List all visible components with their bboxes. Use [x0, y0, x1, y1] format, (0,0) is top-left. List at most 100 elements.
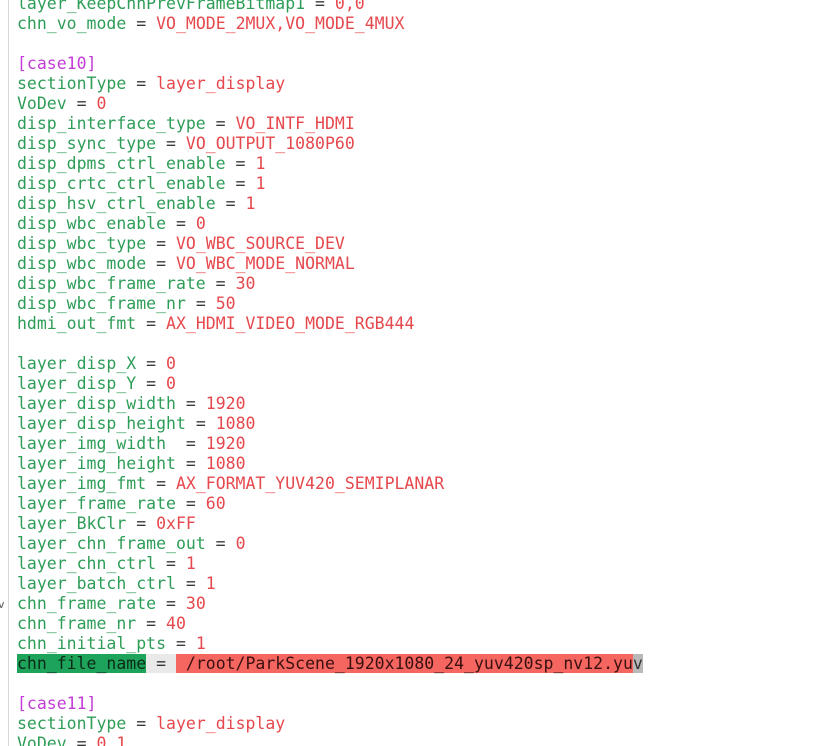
- config-line[interactable]: layer_img_width = 1920: [17, 434, 643, 454]
- config-line[interactable]: sectionType = layer_display: [17, 74, 643, 94]
- config-line[interactable]: layer_img_height = 1080: [17, 454, 643, 474]
- config-line[interactable]: chn_frame_rate = 30: [17, 594, 643, 614]
- config-line[interactable]: disp_wbc_enable = 0: [17, 214, 643, 234]
- blank-line[interactable]: [17, 34, 643, 54]
- config-line[interactable]: layer_img_fmt = AX_FORMAT_YUV420_SEMIPLA…: [17, 474, 643, 494]
- config-key: layer_chn_ctrl: [17, 554, 157, 573]
- equals-sign: =: [136, 614, 167, 633]
- config-value: 30: [235, 274, 256, 293]
- config-value: 0: [195, 214, 206, 233]
- config-line[interactable]: chn_frame_nr = 40: [17, 614, 643, 634]
- equals-sign: =: [205, 274, 236, 293]
- config-line[interactable]: disp_dpms_ctrl_enable = 1: [17, 154, 643, 174]
- blank-line[interactable]: [17, 334, 643, 354]
- text-editor[interactable]: v layer_KeepChnPrevFrameBitmap1 = 0,0 chn…: [0, 0, 813, 746]
- equals-sign: =: [185, 414, 216, 433]
- equals-sign: =: [156, 134, 186, 153]
- equals-sign: =: [126, 514, 157, 533]
- config-key: layer_disp_Y: [17, 374, 137, 393]
- config-line[interactable]: VoDev = 0,1: [17, 734, 643, 746]
- equals-sign: =: [205, 534, 236, 553]
- config-line[interactable]: VoDev = 0: [17, 94, 643, 114]
- config-key: layer_frame_rate: [17, 494, 176, 513]
- config-line[interactable]: disp_wbc_mode = VO_WBC_MODE_NORMAL: [17, 254, 643, 274]
- config-key: disp_wbc_frame_nr: [17, 294, 186, 313]
- config-value: VO_WBC_SOURCE_DEV: [175, 234, 345, 253]
- config-key: sectionType: [17, 74, 127, 93]
- equals-sign: =: [225, 174, 256, 193]
- equals-sign: =: [205, 114, 236, 133]
- equals-sign: =: [185, 294, 216, 313]
- config-line[interactable]: layer_disp_Y = 0: [17, 374, 643, 394]
- config-line[interactable]: layer_frame_rate = 60: [17, 494, 643, 514]
- config-key: sectionType: [17, 714, 127, 733]
- config-line[interactable]: chn_initial_pts = 1: [17, 634, 643, 654]
- equals-sign: =: [146, 254, 176, 273]
- config-key: layer_batch_ctrl: [17, 574, 176, 593]
- config-line[interactable]: layer_chn_frame_out = 0: [17, 534, 643, 554]
- config-value: 1080: [215, 414, 256, 433]
- equals-sign: =: [126, 74, 157, 93]
- config-key: disp_wbc_type: [17, 234, 147, 253]
- config-key: chn_frame_nr: [17, 614, 137, 633]
- config-line[interactable]: disp_wbc_frame_nr = 50: [17, 294, 643, 314]
- equals-sign: =: [136, 314, 167, 333]
- equals-sign: =: [136, 354, 167, 373]
- equals-sign: =: [166, 634, 196, 653]
- config-line[interactable]: chn_vo_mode = VO_MODE_2MUX,VO_MODE_4MUX: [17, 14, 643, 34]
- config-line[interactable]: layer_batch_ctrl = 1: [17, 574, 643, 594]
- config-value: VO_INTF_HDMI: [235, 114, 355, 133]
- config-line[interactable]: layer_KeepChnPrevFrameBitmap1 = 0,0: [17, 0, 643, 14]
- config-line[interactable]: layer_disp_X = 0: [17, 354, 643, 374]
- config-key: layer_img_fmt: [17, 474, 147, 493]
- config-line[interactable]: sectionType = layer_display: [17, 714, 643, 734]
- config-line[interactable]: disp_wbc_frame_rate = 30: [17, 274, 643, 294]
- config-line[interactable]: disp_interface_type = VO_INTF_HDMI: [17, 114, 643, 134]
- equals-sign: =: [136, 374, 167, 393]
- section-header-line[interactable]: [case10]: [17, 54, 643, 74]
- equals-sign: =: [175, 574, 206, 593]
- config-key: layer_img_height: [17, 454, 176, 473]
- config-value: VO_OUTPUT_1080P60: [185, 134, 355, 153]
- config-line[interactable]: disp_crtc_ctrl_enable = 1: [17, 174, 643, 194]
- config-key: chn_file_name: [17, 654, 147, 673]
- config-value: 30: [185, 594, 206, 613]
- config-value: AX_HDMI_VIDEO_MODE_RGB444: [166, 314, 415, 333]
- config-key: layer_disp_width: [17, 394, 176, 413]
- equals-sign: =: [156, 594, 186, 613]
- config-line[interactable]: layer_disp_width = 1920: [17, 394, 643, 414]
- config-key: layer_KeepChnPrevFrameBitmap1: [17, 0, 306, 13]
- config-key: hdmi_out_fmt: [17, 314, 137, 333]
- config-key: chn_initial_pts: [17, 634, 167, 653]
- config-key: disp_sync_type: [17, 134, 157, 153]
- equals-sign: =: [215, 194, 246, 213]
- equals-sign: =: [146, 654, 176, 673]
- config-key: disp_hsv_ctrl_enable: [17, 194, 216, 213]
- config-value: 1: [255, 174, 266, 193]
- section-header-line[interactable]: [case11]: [17, 694, 643, 714]
- equals-sign: =: [225, 154, 256, 173]
- config-value: 0: [166, 354, 176, 373]
- config-value: 1920: [205, 394, 246, 413]
- config-line[interactable]: layer_BkClr = 0xFF: [17, 514, 643, 534]
- config-value: 50: [215, 294, 236, 313]
- config-line[interactable]: layer_chn_ctrl = 1: [17, 554, 643, 574]
- config-value: 1: [255, 154, 266, 173]
- config-value: VO_MODE_2MUX,VO_MODE_4MUX: [156, 14, 405, 33]
- config-line[interactable]: chn_file_name = /root/ParkScene_1920x108…: [17, 654, 643, 674]
- blank-line[interactable]: [17, 674, 643, 694]
- equals-sign: =: [146, 234, 176, 253]
- config-value: 1: [205, 574, 216, 593]
- config-line[interactable]: disp_sync_type = VO_OUTPUT_1080P60: [17, 134, 643, 154]
- config-value: 0,1: [96, 734, 127, 746]
- equals-sign: =: [126, 14, 157, 33]
- config-line[interactable]: hdmi_out_fmt = AX_HDMI_VIDEO_MODE_RGB444: [17, 314, 643, 334]
- config-key: layer_chn_frame_out: [17, 534, 206, 553]
- config-line[interactable]: layer_disp_height = 1080: [17, 414, 643, 434]
- config-key: chn_vo_mode: [17, 14, 127, 33]
- text-cursor: v: [632, 654, 643, 673]
- equals-sign: =: [156, 554, 186, 573]
- config-line[interactable]: disp_wbc_type = VO_WBC_SOURCE_DEV: [17, 234, 643, 254]
- config-line[interactable]: disp_hsv_ctrl_enable = 1: [17, 194, 643, 214]
- equals-sign: =: [175, 394, 206, 413]
